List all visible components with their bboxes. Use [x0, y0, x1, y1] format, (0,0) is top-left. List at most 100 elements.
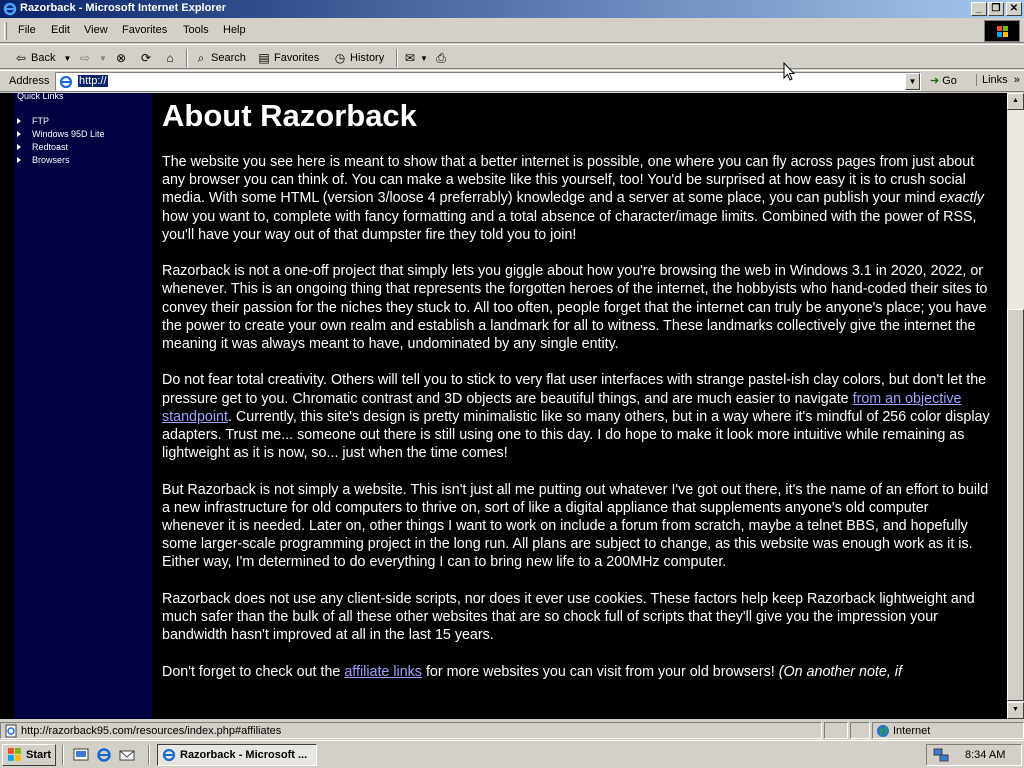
mail-icon: ✉ — [404, 51, 416, 65]
home-button[interactable]: ⌂ — [163, 49, 180, 67]
emphasis-text: (On another note, if — [778, 663, 902, 680]
paragraph-4: But Razorback is not simply a website. T… — [162, 481, 989, 571]
status-url: http://razorback95.com/resources/index.p… — [21, 725, 282, 737]
quick-links-list: FTP Windows 95D Lite Redtoast Browsers — [17, 115, 105, 167]
standard-toolbar: ⇦ Back ▼ ⇨ ▼ ⊗ ⟳ ⌂ ⌕ Search ▤ Favorites … — [0, 44, 1024, 69]
taskbar: Start Razorback - Microsoft ... 8:34 AM — [0, 740, 1024, 768]
paragraph-text: The website you see here is meant to sho… — [162, 154, 975, 207]
go-button[interactable]: ➜ Go — [930, 74, 957, 88]
internet-explorer-icon[interactable] — [96, 747, 112, 763]
links-label: Links — [982, 74, 1008, 86]
history-button[interactable]: ◷ History — [333, 49, 384, 67]
minimize-button[interactable]: _ — [971, 2, 987, 16]
scroll-down-icon[interactable]: ▼ — [1007, 702, 1024, 719]
favorites-icon: ▤ — [258, 51, 270, 65]
menu-view[interactable]: View — [84, 24, 108, 36]
page-icon — [59, 75, 73, 89]
status-zone: Internet — [893, 725, 931, 737]
back-arrow-icon: ⇦ — [15, 51, 27, 65]
refresh-icon: ⟳ — [140, 51, 152, 65]
status-url-cell: http://razorback95.com/resources/index.p… — [0, 722, 822, 739]
bullet-icon — [17, 157, 21, 163]
task-label: Razorback - Microsoft ... — [180, 749, 308, 761]
toolbar-separator — [186, 49, 188, 67]
bullet-icon — [17, 144, 21, 150]
forward-button[interactable]: ⇨ ▼ — [78, 49, 107, 67]
windows-flag-icon — [8, 748, 21, 761]
quick-links-title: Quick Links — [17, 93, 64, 101]
window-titlebar[interactable]: Razorback - Microsoft Internet Explorer … — [0, 0, 1024, 18]
scroll-thumb[interactable] — [1007, 309, 1024, 701]
print-button[interactable]: ⎙ — [434, 49, 451, 67]
emphasis-text: exactly — [939, 190, 984, 207]
status-cell-empty — [824, 722, 848, 739]
page-content: About Razorback The website you see here… — [162, 99, 992, 699]
vertical-scrollbar[interactable]: ▲ ▼ — [1007, 93, 1024, 719]
refresh-button[interactable]: ⟳ — [139, 49, 156, 67]
show-desktop-icon[interactable] — [73, 747, 89, 763]
quick-link-label: Windows 95D Lite — [32, 129, 105, 139]
chevron-right-icon: » — [1013, 74, 1020, 86]
go-label: Go — [942, 74, 957, 87]
search-label: Search — [211, 52, 246, 64]
close-button[interactable]: ✕ — [1006, 2, 1022, 16]
history-icon: ◷ — [334, 51, 346, 65]
menu-help[interactable]: Help — [223, 24, 246, 36]
bullet-icon — [17, 131, 21, 137]
stop-button[interactable]: ⊗ — [114, 49, 131, 67]
status-zone-cell: Internet — [872, 722, 1024, 739]
menu-tools[interactable]: Tools — [183, 24, 209, 36]
back-dropdown-icon[interactable]: ▼ — [63, 54, 71, 63]
window-title: Razorback - Microsoft Internet Explorer — [20, 2, 226, 14]
menu-edit[interactable]: Edit — [51, 24, 70, 36]
internet-explorer-icon — [3, 2, 17, 16]
system-tray: 8:34 AM — [926, 744, 1022, 766]
search-icon: ⌕ — [197, 51, 205, 65]
address-bar: Address http:// ▼ ➜ Go Links » — [0, 70, 1024, 92]
menu-grip[interactable] — [4, 22, 7, 40]
favorites-button[interactable]: ▤ Favorites — [257, 49, 319, 67]
status-bar: http://razorback95.com/resources/index.p… — [0, 720, 1024, 740]
status-cell-empty — [850, 722, 870, 739]
search-button[interactable]: ⌕ Search — [194, 49, 246, 67]
scroll-up-icon[interactable]: ▲ — [1007, 93, 1024, 110]
menu-bar: File Edit View Favorites Tools Help — [0, 19, 1024, 43]
links-button[interactable]: Links » — [976, 74, 1020, 86]
quick-link-ftp[interactable]: FTP — [17, 115, 105, 128]
page-viewport: Quick Links FTP Windows 95D Lite Redtoas… — [0, 93, 1024, 719]
quick-links-sidebar: Quick Links FTP Windows 95D Lite Redtoas… — [14, 93, 152, 719]
quick-link-browsers[interactable]: Browsers — [17, 154, 105, 167]
network-icon[interactable] — [933, 748, 949, 763]
forward-arrow-icon: ⇨ — [79, 51, 91, 65]
quick-link-label: Browsers — [32, 155, 70, 165]
address-dropdown-icon[interactable]: ▼ — [905, 73, 920, 90]
menu-file[interactable]: File — [18, 24, 36, 36]
quick-link-windows95d[interactable]: Windows 95D Lite — [17, 128, 105, 141]
favorites-label: Favorites — [274, 52, 320, 64]
printer-icon: ⎙ — [436, 51, 446, 65]
forward-dropdown-icon[interactable]: ▼ — [99, 54, 107, 63]
quick-link-redtoast[interactable]: Redtoast — [17, 141, 105, 154]
mail-dropdown-icon[interactable]: ▼ — [420, 54, 428, 63]
go-arrow-icon: ➜ — [930, 75, 940, 87]
history-label: History — [350, 52, 385, 64]
menu-favorites[interactable]: Favorites — [122, 24, 167, 36]
affiliate-links-link[interactable]: affiliate links — [344, 664, 422, 680]
back-button[interactable]: ⇦ Back ▼ — [14, 49, 71, 67]
paragraph-1: The website you see here is meant to sho… — [162, 153, 992, 244]
back-label: Back — [31, 52, 56, 64]
taskbar-separator — [62, 745, 64, 765]
windows-logo — [984, 20, 1020, 42]
mail-button[interactable]: ✉ ▼ — [403, 49, 428, 67]
maximize-button[interactable]: ❐ — [988, 2, 1004, 16]
start-label: Start — [26, 749, 52, 761]
outlook-express-icon[interactable] — [119, 747, 135, 763]
taskbar-task-razorback[interactable]: Razorback - Microsoft ... — [157, 744, 317, 766]
paragraph-3: Do not fear total creativity. Others wil… — [162, 371, 992, 462]
start-button[interactable]: Start — [2, 744, 56, 766]
internet-explorer-icon — [162, 748, 176, 762]
paragraph-text: Don't forget to check out the — [162, 663, 345, 680]
clock[interactable]: 8:34 AM — [965, 749, 1005, 761]
paragraph-6: Don't forget to check out the affiliate … — [162, 663, 992, 681]
paragraph-2: Razorback is not a one-off project that … — [162, 263, 988, 353]
